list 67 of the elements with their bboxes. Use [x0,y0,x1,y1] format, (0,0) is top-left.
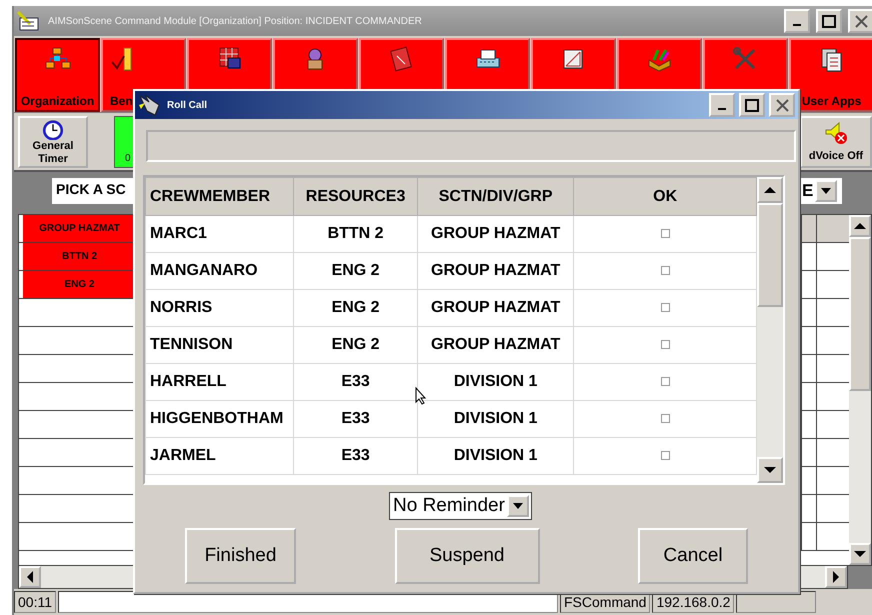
checkbox[interactable] [660,414,670,424]
dialog-button[interactable]: Cancel [638,528,748,584]
close-button[interactable] [769,93,795,117]
table-cell: MARC1 [146,216,294,252]
status-time: 00:11 [14,591,56,613]
column-header[interactable]: RESOURCE3 [294,178,418,216]
caret-icon [820,187,832,195]
table-cell: GROUP HAZMAT [417,290,574,326]
dialog-button[interactable]: Finished [185,528,296,584]
right-arrow-icon [831,570,841,584]
timer-button[interactable]: General Timer [18,116,88,168]
table-cell: E33 [294,438,418,474]
caret-icon [512,502,524,510]
dropdown[interactable]: E [800,178,842,204]
maximize-button[interactable] [816,9,842,33]
table-cell: ENG 2 [294,326,418,364]
toolbar-button[interactable]: User Apps [789,38,872,112]
dialog-button[interactable]: Suspend [394,528,540,584]
checkbox[interactable] [660,266,670,276]
table-cell: HIGGENBOTHAM [146,400,294,438]
clock-icon [40,118,66,140]
down-arrow-icon [763,465,777,475]
left-arrow-icon [25,570,35,584]
minimize-button[interactable] [784,9,810,33]
column-header[interactable]: SCTN/DIV/GRP [417,178,574,216]
table-cell: E33 [294,400,418,438]
maximize-icon [745,98,759,112]
toolbar-button[interactable]: Organization [15,38,100,112]
table-cell: ENG 2 [294,252,418,290]
column-header[interactable]: CREWMEMBER [146,178,294,216]
table-cell: NORRIS [146,290,294,326]
up-arrow-icon [853,221,867,231]
table-cell: BTTN 2 [294,216,418,252]
maximize-button[interactable] [739,93,765,117]
column-header[interactable] [802,215,817,242]
checkbox[interactable] [660,303,670,312]
checkbox[interactable] [660,340,670,350]
close-button[interactable] [848,9,872,33]
close-icon [776,98,788,112]
up-arrow-icon [763,185,777,195]
minimize-icon [793,24,801,26]
table-cell: ENG 2 [294,290,418,326]
scrollbar[interactable] [849,215,871,565]
window-title: AIMSonScene Command Module [Organization] Position: INCIDENT COMMANDER [48,16,423,26]
close-icon [854,14,868,28]
minimize-button[interactable] [709,93,735,117]
table-cell: HARRELL [146,364,294,400]
table-cell: GROUP HAZMAT [417,326,574,364]
table-cell: JARMEL [146,438,294,474]
toolbox-icon [646,46,674,74]
down-arrow-icon [853,549,867,559]
scrollbar[interactable] [757,177,783,483]
checkbox[interactable] [660,451,670,460]
minimize-icon [718,108,726,110]
checkbox[interactable] [660,377,670,386]
voice-button[interactable]: dVoice Off [800,116,872,168]
table-cell: GROUP HAZMAT [417,252,574,290]
table-cell: MANGANARO [146,252,294,290]
table-cell: DIVISION 1 [417,438,574,474]
column-header[interactable]: OK [574,178,756,216]
table-cell: TENNISON [146,326,294,364]
checkbox[interactable] [660,229,670,238]
reminder-dropdown[interactable]: No Reminder [389,492,532,520]
table-cell: DIVISION 1 [417,400,574,438]
table-cell: GROUP HAZMAT [417,216,574,252]
cursor-icon [415,387,427,405]
maximize-icon [822,14,836,28]
